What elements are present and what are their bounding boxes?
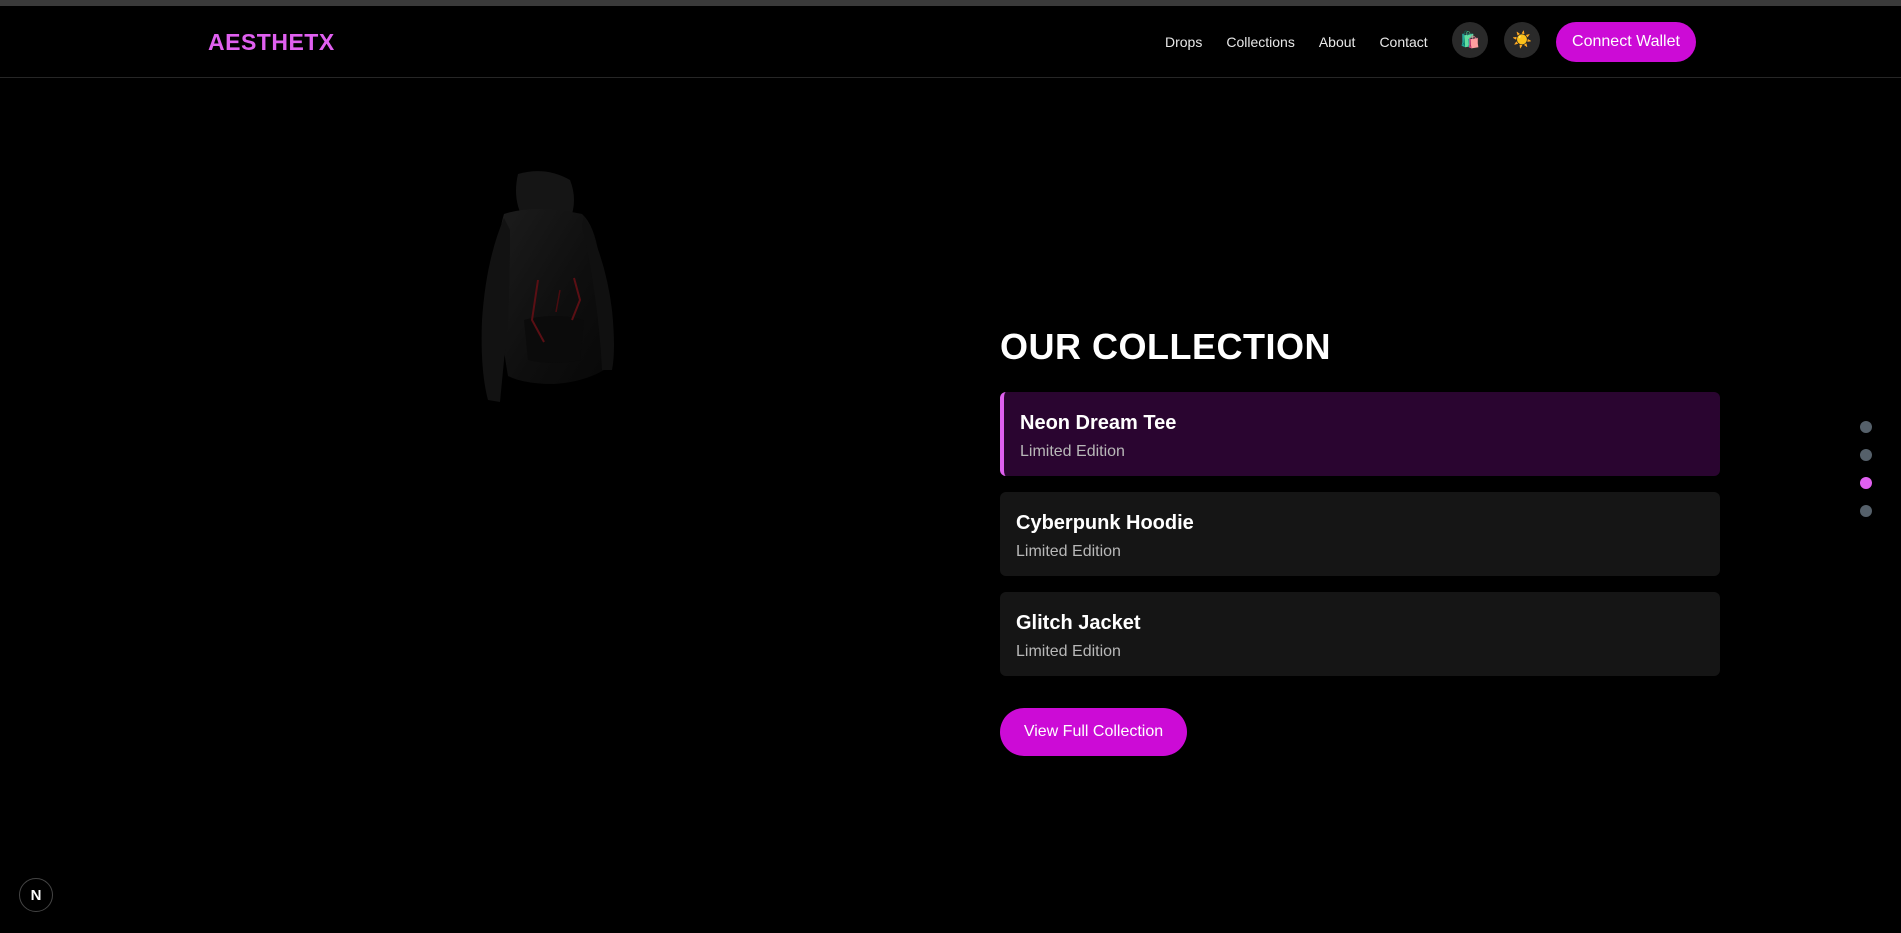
main-nav: Drops Collections About Contact xyxy=(1165,34,1428,50)
item-edition: Limited Edition xyxy=(1016,643,1121,660)
collection-item-glitch-jacket[interactable]: Glitch Jacket Limited Edition xyxy=(1000,592,1720,676)
nav-drops[interactable]: Drops xyxy=(1165,34,1202,50)
nav-collections[interactable]: Collections xyxy=(1226,34,1294,50)
section-dot-3[interactable] xyxy=(1860,477,1872,489)
nav-contact[interactable]: Contact xyxy=(1379,34,1427,50)
n-logo-icon: N xyxy=(30,886,42,904)
collection-item-neon-dream-tee[interactable]: Neon Dream Tee Limited Edition xyxy=(1000,392,1720,476)
section-nav-dots xyxy=(1860,421,1872,517)
sun-icon: ☀️ xyxy=(1512,32,1532,49)
item-edition: Limited Edition xyxy=(1016,543,1121,560)
collection-title: OUR COLLECTION xyxy=(1000,326,1331,367)
item-edition: Limited Edition xyxy=(1020,443,1125,460)
section-dot-1[interactable] xyxy=(1860,421,1872,433)
shopping-bag-button[interactable]: 🛍️ xyxy=(1452,22,1488,58)
theme-toggle-button[interactable]: ☀️ xyxy=(1504,22,1540,58)
collection-item-cyberpunk-hoodie[interactable]: Cyberpunk Hoodie Limited Edition xyxy=(1000,492,1720,576)
site-header: AESTHETX Drops Collections About Contact… xyxy=(0,6,1901,78)
connect-wallet-button[interactable]: Connect Wallet xyxy=(1556,22,1696,62)
item-name: Cyberpunk Hoodie xyxy=(1016,512,1194,534)
section-dot-2[interactable] xyxy=(1860,449,1872,461)
item-name: Neon Dream Tee xyxy=(1020,412,1177,434)
section-dot-4[interactable] xyxy=(1860,505,1872,517)
view-full-collection-button[interactable]: View Full Collection xyxy=(1000,708,1187,756)
brand-logo[interactable]: AESTHETX xyxy=(208,29,335,56)
dev-tools-badge[interactable]: N xyxy=(19,878,53,912)
nav-about[interactable]: About xyxy=(1319,34,1356,50)
hoodie-3d-model[interactable] xyxy=(474,170,618,406)
shopping-bag-icon: 🛍️ xyxy=(1460,32,1480,49)
item-name: Glitch Jacket xyxy=(1016,612,1141,634)
